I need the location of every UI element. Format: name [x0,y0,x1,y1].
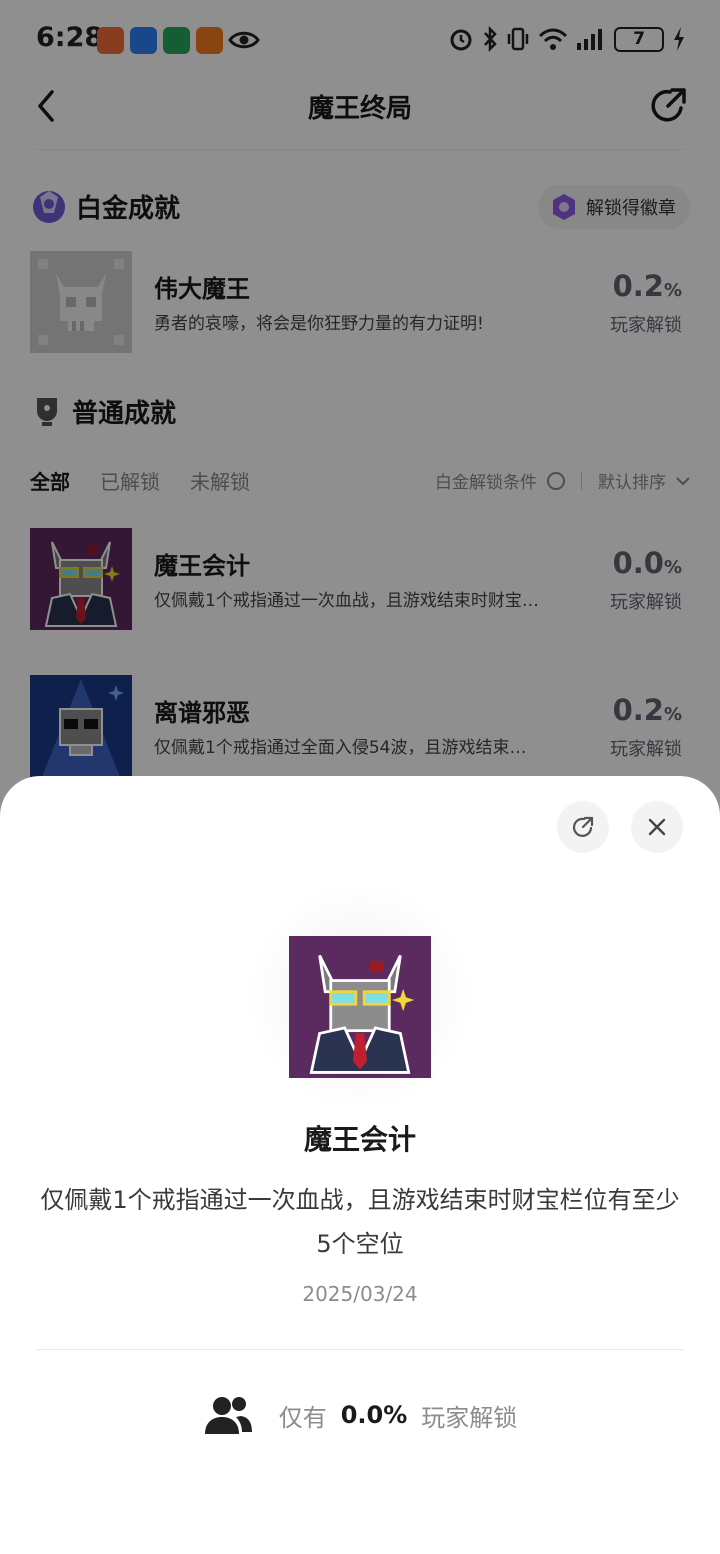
sheet-share-button[interactable] [557,801,609,853]
users-icon [204,1397,252,1434]
stat-percent: 0.0% [340,1401,408,1429]
achievement-detail-sheet: 魔王会计 仅佩戴1个戒指通过一次血战，且游戏结束时财宝栏位有至少5个空位 202… [0,776,720,1554]
demon-accountant-large-image [289,936,431,1078]
stat-suffix: 玩家解锁 [421,1403,518,1432]
share-icon [572,816,594,837]
unlock-date: 2025/03/24 [302,1282,418,1306]
unlock-stat: 仅有 0.0% 玩家解锁 [0,1394,720,1436]
sheet-description: 仅佩戴1个戒指通过一次血战，且游戏结束时财宝栏位有至少5个空位 [40,1186,680,1258]
sheet-title: 魔王会计 [303,1123,416,1156]
sheet-divider [36,1349,684,1350]
sheet-close-button[interactable] [631,801,683,853]
stat-prefix: 仅有 [278,1403,327,1432]
close-icon [648,818,666,836]
